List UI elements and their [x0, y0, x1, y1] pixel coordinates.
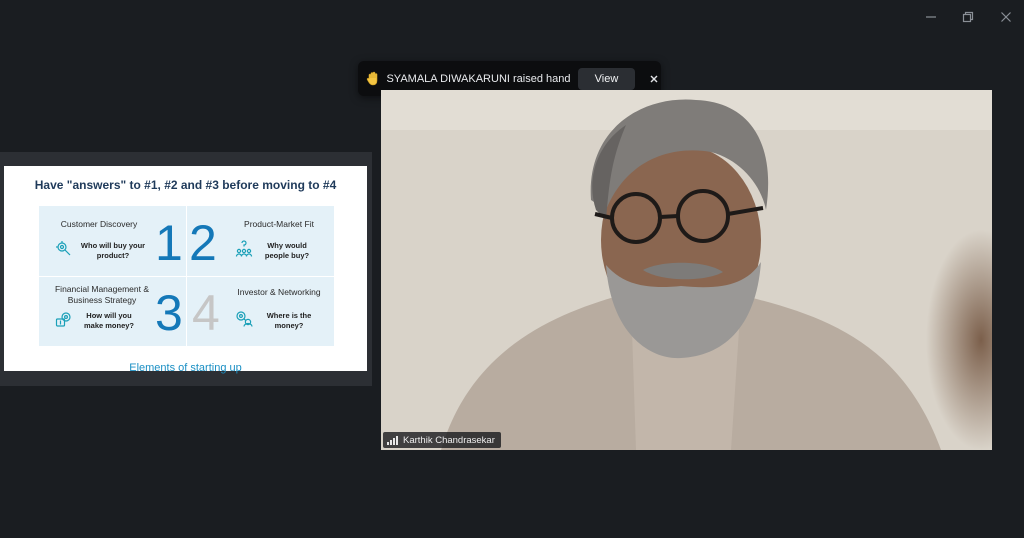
cell-title: Financial Management & Business Strategy — [54, 284, 150, 305]
cell-question: Why would people buy? — [264, 241, 310, 260]
step-number: 2 — [189, 215, 217, 271]
cell-question: How will you make money? — [83, 311, 135, 330]
close-icon — [650, 75, 658, 82]
money-gear-icon — [55, 310, 73, 328]
people-question-icon — [235, 240, 253, 258]
view-button[interactable]: View — [578, 67, 635, 90]
restore-icon — [962, 11, 974, 23]
restore-button[interactable] — [955, 6, 981, 28]
raised-hand-icon — [366, 71, 380, 87]
minimize-icon — [926, 16, 936, 18]
cell-title: Investor & Networking — [237, 287, 321, 297]
participant-video[interactable]: Karthik Chandrasekar — [381, 90, 992, 450]
dismiss-notification-button[interactable] — [647, 71, 661, 87]
presentation-slide: Have "answers" to #1, #2 and #3 before m… — [4, 166, 367, 374]
cell-title: Product-Market Fit — [244, 219, 314, 229]
notification-message: SYAMALA DIWAKARUNI raised hand — [386, 72, 571, 85]
close-window-button[interactable] — [993, 6, 1019, 28]
elements-grid: Customer Discovery Who will buy your pro… — [39, 206, 334, 346]
close-icon — [1001, 12, 1011, 22]
shared-screen: Have "answers" to #1, #2 and #3 before m… — [0, 152, 372, 386]
grid-divider — [39, 276, 334, 277]
slide-title: Have "answers" to #1, #2 and #3 before m… — [34, 178, 337, 192]
step-number: 4 — [192, 285, 220, 341]
slide-caption: Elements of starting up — [129, 362, 242, 374]
step-number: 1 — [155, 215, 183, 271]
minimize-button[interactable] — [918, 6, 944, 28]
participant-name-tag: Karthik Chandrasekar — [383, 432, 501, 448]
step-number: 3 — [155, 285, 183, 341]
cell-question: Where is the money? — [266, 311, 312, 330]
participant-video-image — [381, 90, 992, 450]
cell-title: Customer Discovery — [60, 219, 138, 229]
participant-name: Karthik Chandrasekar — [403, 434, 495, 446]
signal-bars-icon — [387, 435, 398, 445]
investor-network-icon — [235, 310, 253, 328]
gear-search-icon — [55, 240, 73, 258]
cell-question: Who will buy your product? — [80, 241, 146, 260]
